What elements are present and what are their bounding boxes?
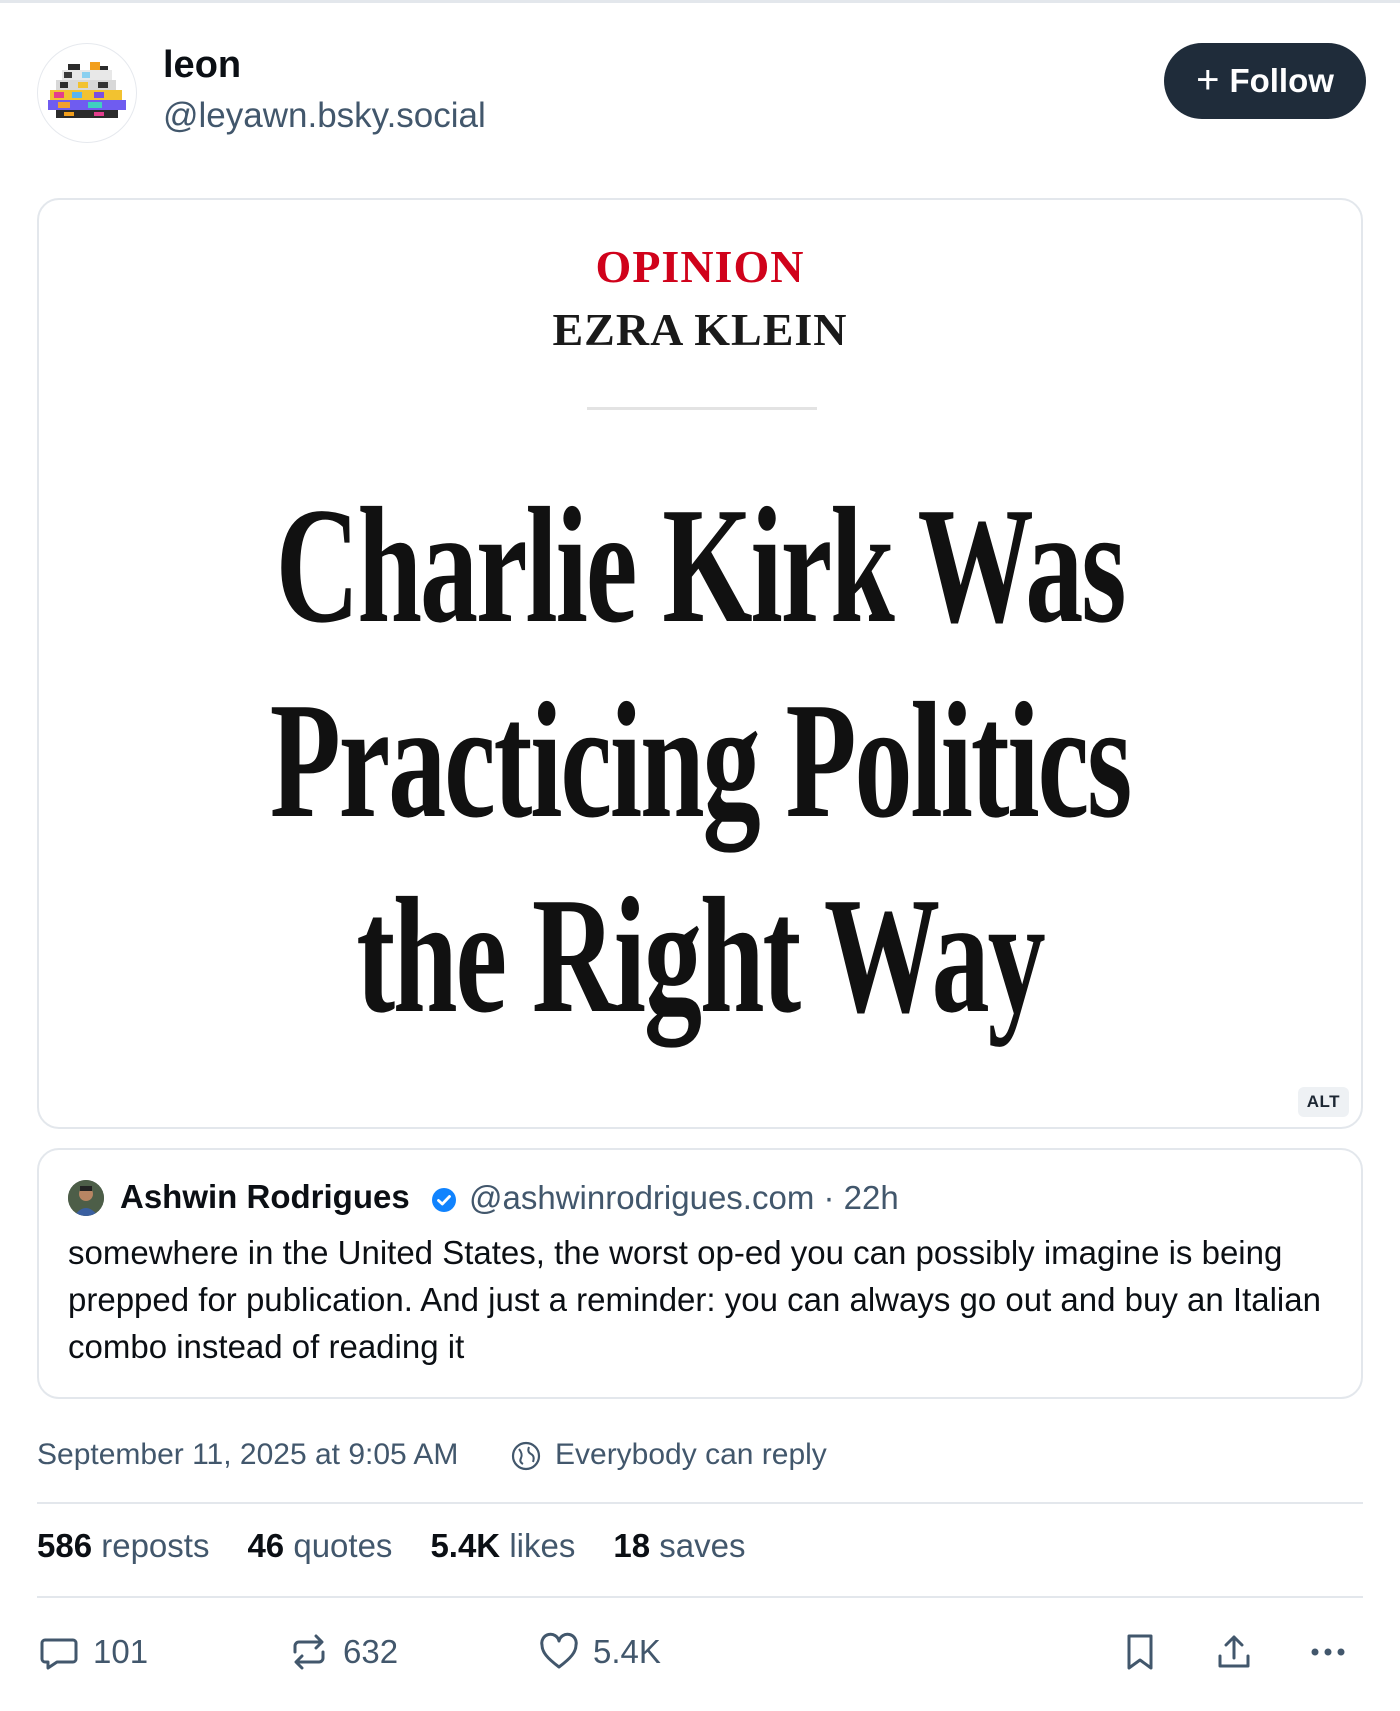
- like-icon: [540, 1632, 578, 1669]
- author-avatar[interactable]: [37, 43, 137, 143]
- likes-count: 5.4K: [430, 1527, 501, 1564]
- divider: [37, 1596, 1363, 1598]
- image-headline: Charlie Kirk Was Practicing Politics the…: [39, 468, 1361, 1053]
- repost-button[interactable]: 632: [287, 1630, 398, 1674]
- reposts-stat[interactable]: 586 reposts: [37, 1527, 209, 1565]
- quoted-author-handle: @ashwinrodrigues.com · 22h: [469, 1179, 899, 1216]
- divider: [37, 1502, 1363, 1504]
- repost-count: 632: [343, 1633, 399, 1670]
- quotes-count: 46: [247, 1527, 285, 1564]
- reposts-count: 586: [37, 1527, 93, 1564]
- reply-button[interactable]: 101: [37, 1630, 148, 1674]
- post-image[interactable]: OPINION EZRA KLEIN Charlie Kirk Was Prac…: [37, 198, 1363, 1129]
- repost-icon: [293, 1634, 325, 1670]
- share-icon[interactable]: [1212, 1630, 1256, 1674]
- quoted-author-name: Ashwin Rodrigues: [120, 1178, 410, 1215]
- reposts-label: reposts: [101, 1527, 210, 1564]
- top-divider: [0, 0, 1400, 3]
- headline-line: Practicing Politics: [269, 668, 1132, 852]
- image-kicker: OPINION: [595, 241, 805, 292]
- saves-count: 18: [613, 1527, 651, 1564]
- like-button[interactable]: 5.4K: [537, 1630, 661, 1674]
- post-timestamp[interactable]: September 11, 2025 at 9:05 AM: [37, 1438, 458, 1472]
- saves-label: saves: [659, 1527, 746, 1564]
- bookmark-icon[interactable]: [1118, 1630, 1162, 1674]
- author-handle[interactable]: @leyawn.bsky.social: [163, 96, 486, 136]
- quoted-post[interactable]: Ashwin Rodrigues @ashwinrodrigues.com · …: [37, 1148, 1363, 1399]
- headline-line: the Right Way: [356, 863, 1045, 1047]
- follow-label: Follow: [1229, 62, 1334, 99]
- verified-badge-icon: [432, 1188, 456, 1212]
- likes-label: likes: [509, 1527, 576, 1564]
- plus-icon: +: [1196, 57, 1220, 102]
- follow-button[interactable]: + Follow: [1164, 43, 1366, 119]
- alt-badge[interactable]: ALT: [1297, 1087, 1349, 1117]
- author-display-name[interactable]: leon: [163, 44, 241, 87]
- reply-setting[interactable]: Everybody can reply: [555, 1438, 827, 1472]
- reply-icon: [40, 1638, 78, 1670]
- headline-line: Charlie Kirk Was: [275, 473, 1127, 657]
- quoted-post-text: somewhere in the United States, the wors…: [68, 1234, 1321, 1365]
- reply-count: 101: [93, 1633, 149, 1670]
- engagement-stats: 586 reposts 46 quotes 5.4K likes 18 save…: [37, 1527, 745, 1565]
- likes-stat[interactable]: 5.4K likes: [430, 1527, 575, 1565]
- more-icon[interactable]: [1306, 1630, 1350, 1674]
- like-count: 5.4K: [593, 1633, 661, 1670]
- quoted-author-avatar: [68, 1180, 104, 1216]
- quotes-stat[interactable]: 46 quotes: [247, 1527, 392, 1565]
- saves-stat[interactable]: 18 saves: [613, 1527, 745, 1565]
- image-rule: [587, 407, 817, 410]
- image-byline: EZRA KLEIN: [552, 304, 848, 355]
- globe-icon: [511, 1441, 541, 1471]
- quotes-label: quotes: [293, 1527, 393, 1564]
